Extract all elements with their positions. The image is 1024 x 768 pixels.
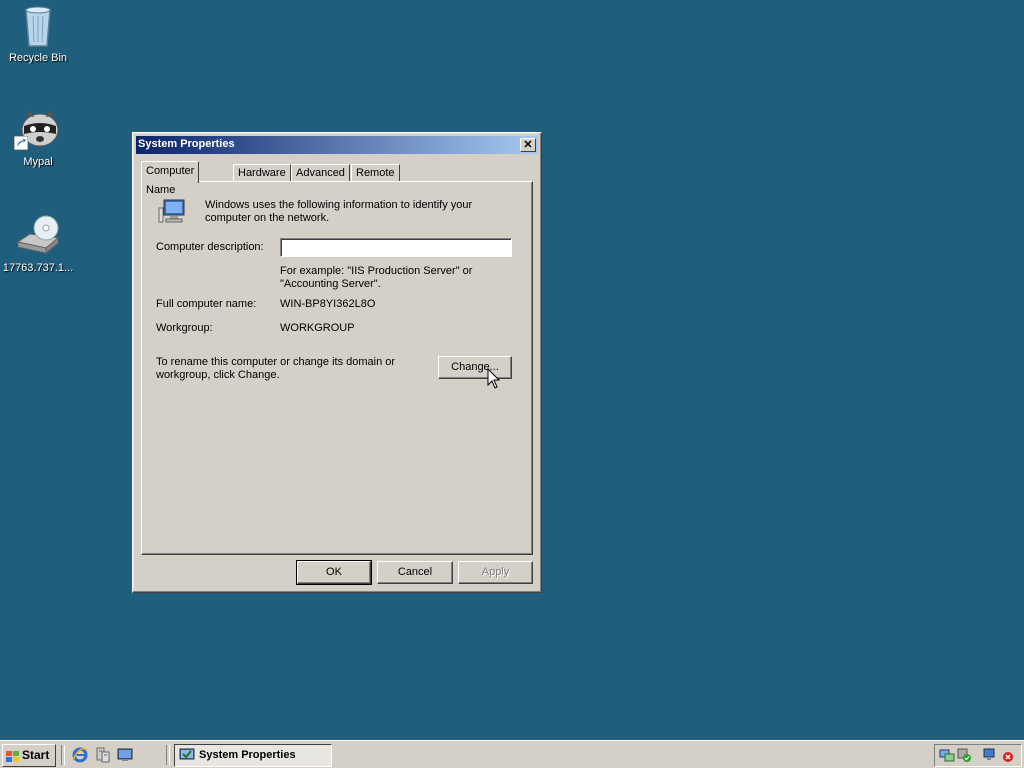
computer-network-icon [158, 198, 188, 227]
start-button[interactable]: Start [2, 744, 56, 767]
desktop-icon-dvd-drive[interactable]: 17763.737.1... [0, 212, 76, 274]
shortcut-arrow-icon [14, 136, 28, 150]
start-label: Start [22, 748, 50, 762]
network-icon[interactable] [939, 747, 955, 766]
desktop-icon-label: Recycle Bin [8, 52, 68, 64]
tab-computer-name[interactable]: Computer Name [141, 161, 200, 196]
ok-button[interactable]: OK [296, 560, 372, 585]
mouse-cursor-icon [487, 367, 501, 393]
close-icon: ✕ [523, 139, 533, 151]
computer-name-panel: Windows uses the following information t… [141, 181, 533, 555]
desktop-icon-label: Mypal [23, 156, 53, 168]
internet-explorer-icon[interactable] [72, 747, 88, 763]
full-computer-name-value: WIN-BP8YI362L8O [280, 298, 376, 310]
intro-text: Windows uses the following information t… [205, 199, 473, 224]
workgroup-value: WORKGROUP [280, 322, 355, 334]
desktop-icon-recycle-bin[interactable]: Recycle Bin [0, 2, 76, 64]
apply-button[interactable]: Apply [458, 561, 533, 584]
security-icon[interactable] [956, 747, 972, 766]
alert-icon[interactable] [999, 747, 1015, 766]
close-button[interactable]: ✕ [520, 138, 536, 152]
tab-hardware[interactable]: Hardware [233, 164, 291, 182]
taskbar-separator [166, 745, 170, 765]
server-manager-icon[interactable] [95, 747, 111, 763]
recycle-bin-icon [14, 2, 62, 50]
system-tray [934, 744, 1022, 767]
dvd-drive-icon [14, 212, 62, 260]
taskbar-separator [61, 745, 65, 765]
dialog-titlebar[interactable]: System Properties ✕ [136, 136, 538, 154]
system-properties-dialog: System Properties ✕ Computer Name Hardwa… [132, 132, 542, 593]
example-text: For example: "IIS Production Server" or … [280, 265, 473, 290]
desktop-icon-label: 17763.737.1... [2, 262, 74, 274]
workgroup-label: Workgroup: [156, 322, 213, 334]
computer-description-label: Computer description: [156, 241, 264, 253]
desktop-icon-mypal[interactable]: Mypal [0, 106, 76, 168]
taskbar: Start System Properties [0, 740, 1024, 768]
windows-flag-icon [6, 749, 20, 768]
tab-advanced[interactable]: Advanced [291, 164, 350, 182]
taskbar-button-label: System Properties [199, 749, 296, 761]
rename-instructions: To rename this computer or change its do… [156, 356, 396, 381]
mypal-raccoon-icon [14, 106, 62, 154]
show-desktop-icon[interactable] [117, 747, 133, 763]
full-computer-name-label: Full computer name: [156, 298, 257, 310]
cancel-button[interactable]: Cancel [377, 561, 453, 584]
system-properties-icon [179, 748, 195, 768]
tab-remote[interactable]: Remote [351, 164, 400, 182]
computer-description-input[interactable] [280, 238, 512, 257]
taskbar-button-system-properties[interactable]: System Properties [174, 744, 332, 767]
dialog-title: System Properties [138, 138, 235, 150]
network-connection-icon[interactable] [983, 747, 999, 766]
